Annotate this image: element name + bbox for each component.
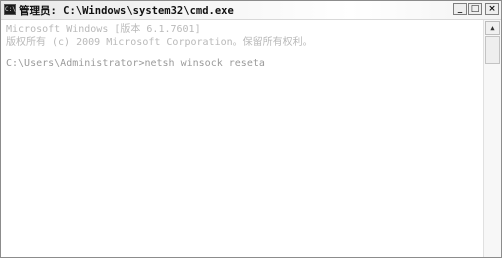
window-title: 管理员: C:\Windows\system32\cmd.exe [19, 5, 234, 17]
minimize-button[interactable]: _ [453, 3, 467, 15]
console-line-copyright: 版权所有 (c) 2009 Microsoft Corporation。保留所有… [6, 37, 313, 48]
console-output[interactable]: Microsoft Windows [版本 6.1.7601] 版权所有 (c)… [2, 20, 483, 257]
maximize-button[interactable]: □ [468, 3, 482, 15]
console-command-line[interactable]: C:\Users\Administrator>netsh winsock res… [6, 58, 265, 69]
close-button[interactable]: × [485, 3, 499, 15]
title-bar[interactable]: C:\ 管理员: C:\Windows\system32\cmd.exe _ □… [1, 1, 501, 20]
scrollbar-thumb[interactable] [485, 36, 500, 64]
console-icon[interactable]: C:\ [4, 4, 16, 15]
scroll-up-arrow-icon[interactable]: ▲ [485, 21, 500, 35]
cmd-window: C:\ 管理员: C:\Windows\system32\cmd.exe _ □… [0, 0, 502, 258]
vertical-scrollbar[interactable]: ▲ [483, 20, 501, 257]
